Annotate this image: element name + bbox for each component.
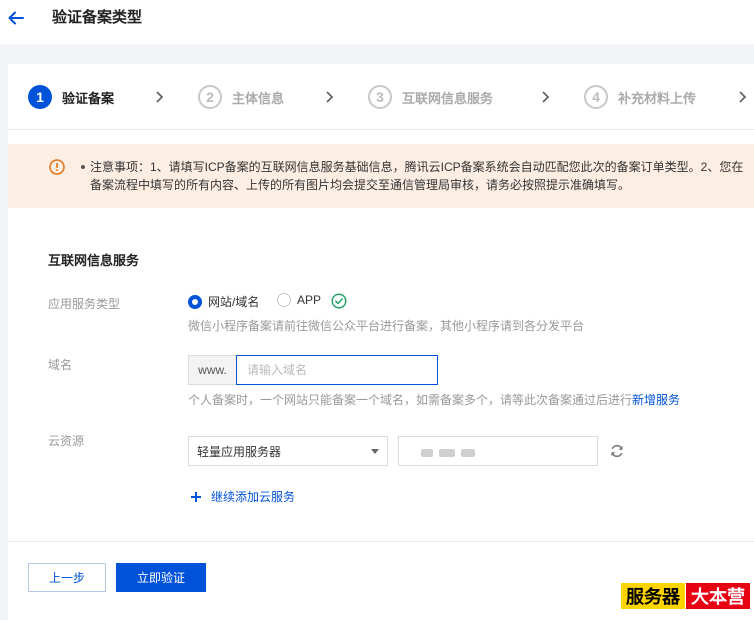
blurred-value [439, 449, 455, 457]
chevron-right-icon [739, 91, 747, 103]
step-3: 3 互联网信息服务 [368, 85, 493, 109]
watermark-logo-part1: 服务器 [621, 583, 685, 609]
step-2: 2 主体信息 [198, 85, 284, 109]
radio-label: APP [297, 293, 322, 307]
blurred-value [461, 449, 475, 457]
step-1: 1 验证备案 [28, 85, 114, 109]
warning-icon [49, 159, 65, 175]
domain-label: 域名 [48, 358, 73, 372]
step-1-number: 1 [28, 85, 52, 109]
add-cloud-service-label: 继续添加云服务 [211, 490, 296, 504]
radio-website-domain[interactable]: 网站/域名 [188, 293, 259, 310]
notice-banner: 注意事项：1、请填写ICP备案的互联网信息服务基础信息，腾讯云ICP备案系统会自… [8, 144, 754, 208]
plus-icon [191, 491, 201, 502]
cloud-resource-label: 云资源 [48, 434, 85, 448]
section-title: 互联网信息服务 [48, 253, 140, 268]
add-cloud-service-button[interactable]: 继续添加云服务 [190, 488, 295, 505]
instance-select[interactable] [398, 436, 598, 466]
step-2-number: 2 [198, 85, 222, 109]
chevron-right-icon [156, 91, 164, 103]
service-type-label: 应用服务类型 [48, 297, 121, 311]
service-type-hint: 微信小程序备案请前往微信公众平台进行备案，其他小程序请到各分发平台 [188, 319, 585, 333]
cloud-type-select[interactable]: 轻量应用服务器 [188, 436, 388, 466]
refresh-icon[interactable] [609, 443, 625, 459]
verify-button[interactable]: 立即验证 [116, 563, 206, 592]
page-header: 验证备案类型 [0, 0, 754, 44]
select-value: 轻量应用服务器 [197, 444, 282, 459]
radio-circle-checked[interactable] [188, 294, 202, 309]
back-arrow-icon[interactable] [6, 8, 26, 28]
radio-app[interactable]: APP [277, 293, 321, 307]
chevron-right-icon [542, 91, 550, 103]
step-3-number: 3 [368, 85, 392, 109]
caret-down-icon [371, 449, 379, 454]
check-circle-icon [331, 293, 347, 309]
step-3-label: 互联网信息服务 [402, 90, 494, 106]
page-title: 验证备案类型 [52, 9, 143, 26]
bullet-dot [81, 165, 85, 169]
notice-text: 注意事项：1、请填写ICP备案的互联网信息服务基础信息，腾讯云ICP备案系统会自… [90, 160, 744, 192]
add-service-link[interactable]: 新增服务 [632, 393, 680, 407]
step-bar: 1 验证备案 2 主体信息 3 互联网信息服务 4 补充材料上传 [8, 64, 754, 130]
step-4-label: 补充材料上传 [618, 90, 697, 106]
blurred-value [421, 449, 433, 457]
step-4: 4 补充材料上传 [584, 85, 696, 109]
step-4-number: 4 [584, 85, 608, 109]
prev-step-button[interactable]: 上一步 [28, 563, 106, 592]
step-1-label: 验证备案 [62, 90, 115, 106]
chevron-right-icon [326, 91, 334, 103]
watermark-logo-part2: 大本营 [686, 583, 750, 609]
domain-hint: 个人备案时，一个网站只能备案一个域名，如需备案多个，请等此次备案通过后进行新增服… [188, 391, 680, 408]
domain-hint-text: 个人备案时，一个网站只能备案一个域名，如需备案多个，请等此次备案通过后进行 [188, 393, 633, 407]
main-card: 1 验证备案 2 主体信息 3 互联网信息服务 4 补充材料上传 注意事项：1、… [8, 64, 754, 620]
radio-circle[interactable] [277, 293, 291, 307]
radio-label: 网站/域名 [208, 295, 260, 309]
domain-prefix: www. [188, 355, 236, 385]
domain-input[interactable] [236, 355, 438, 385]
step-2-label: 主体信息 [232, 90, 285, 106]
footer-divider [8, 541, 754, 542]
